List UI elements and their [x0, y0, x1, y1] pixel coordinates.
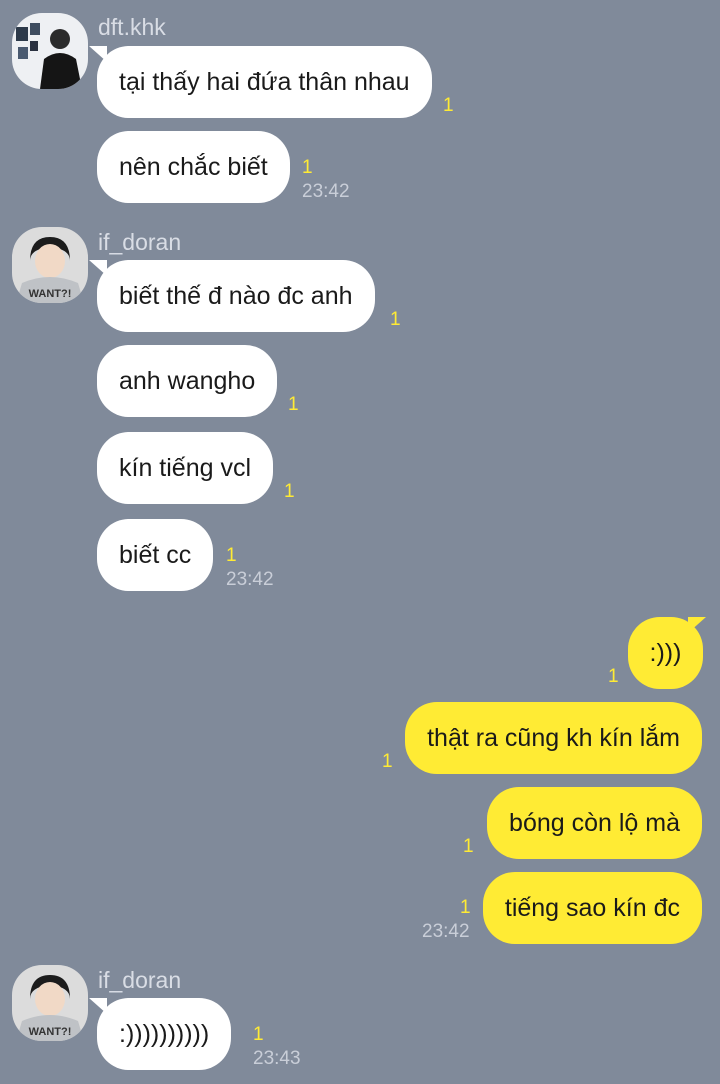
message-bubble[interactable]: thật ra cũng kh kín lắm [405, 702, 702, 774]
message-bubble[interactable]: nên chắc biết [97, 131, 290, 203]
message-time: 23:42 [302, 181, 350, 202]
message-time: 23:42 [422, 921, 470, 942]
sender-name: if_doran [98, 967, 182, 993]
sender-name: if_doran [98, 229, 182, 255]
message-bubble[interactable]: kín tiếng vcl [97, 432, 274, 504]
message-bubble[interactable]: :))) [628, 617, 703, 689]
unread-count: 1 [390, 309, 401, 330]
chat-view[interactable]: dft.khk tại thấy hai đứa thân nhau 1 nên… [0, 0, 720, 1084]
message-bubble[interactable]: bóng còn lộ mà [487, 787, 702, 859]
avatar-dft-khk-icon[interactable] [12, 13, 88, 89]
unread-count: 1 [443, 95, 454, 116]
message-time: 23:42 [226, 569, 274, 590]
message-bubble[interactable]: tiếng sao kín đc [482, 872, 702, 944]
unread-count: 1 [302, 157, 313, 178]
message-time: 23:43 [253, 1048, 301, 1069]
message-bubble[interactable]: biết thế đ nào đc anh [97, 260, 375, 332]
message-bubble[interactable]: :)))))))))) [97, 998, 232, 1070]
message-bubble[interactable]: biết cc [97, 519, 214, 591]
avatar-if-doran-icon[interactable]: WANT?! [12, 227, 88, 303]
message-bubble[interactable]: anh wangho [97, 345, 278, 417]
sender-name: dft.khk [98, 14, 166, 40]
unread-count: 1 [460, 897, 471, 918]
unread-count: 1 [608, 666, 619, 687]
svg-text:WANT?!: WANT?! [29, 288, 72, 300]
avatar-if-doran-icon[interactable]: WANT?! [12, 965, 88, 1041]
unread-count: 1 [382, 751, 393, 772]
unread-count: 1 [226, 545, 237, 566]
unread-count: 1 [463, 836, 474, 857]
message-bubble[interactable]: tại thấy hai đứa thân nhau [97, 46, 432, 118]
unread-count: 1 [253, 1024, 264, 1045]
svg-text:WANT?!: WANT?! [29, 1026, 72, 1038]
unread-count: 1 [284, 481, 295, 502]
unread-count: 1 [288, 394, 299, 415]
